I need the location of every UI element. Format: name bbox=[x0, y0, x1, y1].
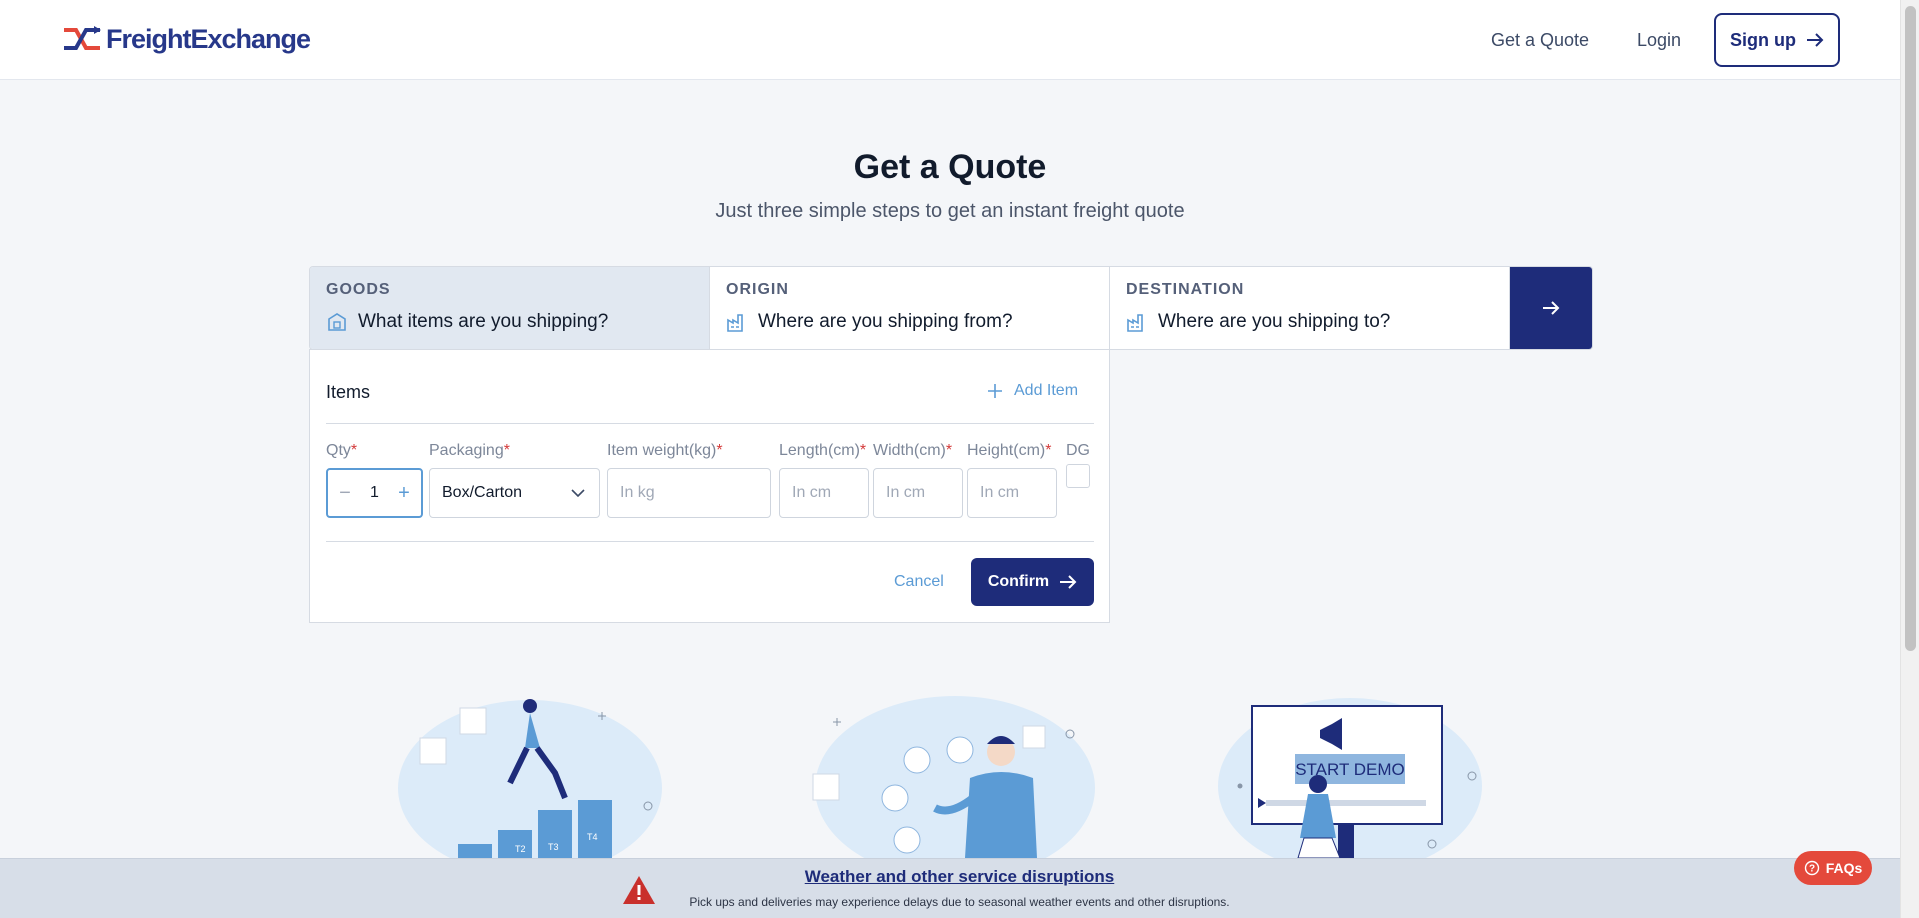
signup-button[interactable]: Sign up bbox=[1714, 13, 1840, 67]
packaging-label: Packaging* bbox=[429, 442, 510, 459]
box-icon bbox=[328, 313, 346, 331]
page-scrollbar[interactable] bbox=[1900, 0, 1919, 918]
disruptions-link[interactable]: Weather and other service disruptions bbox=[0, 867, 1919, 887]
step-destination-text: Where are you shipping to? bbox=[1158, 311, 1391, 332]
quantity-value[interactable]: 1 bbox=[370, 484, 379, 502]
dg-label: DG bbox=[1066, 442, 1090, 459]
chevron-down-icon bbox=[571, 489, 585, 497]
step-goods-title: GOODS bbox=[326, 281, 391, 298]
factory-icon bbox=[727, 314, 743, 332]
factory-icon bbox=[1127, 314, 1143, 332]
arrow-right-icon bbox=[1807, 33, 1824, 47]
step-destination-title: DESTINATION bbox=[1126, 281, 1245, 298]
cancel-button[interactable]: Cancel bbox=[894, 573, 944, 591]
plus-button[interactable]: + bbox=[387, 482, 421, 505]
bar-label-t3: T3 bbox=[548, 842, 559, 852]
page-subtitle: Just three simple steps to get an instan… bbox=[715, 200, 1185, 222]
arrow-right-icon bbox=[1543, 301, 1560, 315]
confirm-button[interactable]: Confirm bbox=[971, 558, 1094, 606]
step-goods-text: What items are you shipping? bbox=[358, 311, 609, 332]
support-illustration bbox=[812, 696, 1095, 858]
svg-text:?: ? bbox=[1809, 864, 1815, 875]
service-disruption-banner: Weather and other service disruptions Pi… bbox=[0, 858, 1900, 918]
demo-illustration: START DEMO bbox=[1218, 698, 1482, 858]
weight-input[interactable]: In kg bbox=[607, 468, 771, 518]
step-origin-title: ORIGIN bbox=[726, 281, 789, 298]
divider bbox=[326, 541, 1094, 542]
add-item-label: Add Item bbox=[1014, 382, 1079, 399]
height-input[interactable]: In cm bbox=[967, 468, 1057, 518]
start-demo-label: START DEMO bbox=[1295, 760, 1405, 779]
qty-label: Qty* bbox=[326, 442, 358, 459]
length-input[interactable]: In cm bbox=[779, 468, 869, 518]
bar-label-t4: T4 bbox=[587, 832, 598, 842]
arrow-right-icon bbox=[1060, 575, 1077, 589]
help-circle-icon: ? bbox=[1804, 860, 1819, 876]
length-label: Length(cm)* bbox=[779, 442, 867, 459]
page-title: Get a Quote bbox=[853, 148, 1047, 186]
disruptions-text: Pick ups and deliveries may experience d… bbox=[689, 895, 1230, 909]
step-origin[interactable]: ORIGIN Where are you shipping from? bbox=[710, 267, 1110, 349]
nav-get-a-quote[interactable]: Get a Quote bbox=[1491, 30, 1589, 51]
width-label: Width(cm)* bbox=[873, 442, 953, 459]
weight-label: Item weight(kg)* bbox=[607, 442, 723, 459]
packaging-select[interactable]: Box/Carton bbox=[429, 468, 600, 518]
faqs-label: FAQs bbox=[1825, 860, 1863, 876]
logo-text: FreightExchange bbox=[106, 23, 311, 54]
confirm-label: Confirm bbox=[987, 573, 1050, 590]
signup-label: Sign up bbox=[1730, 29, 1796, 50]
bar-label-t2: T2 bbox=[515, 844, 526, 854]
quantity-stepper[interactable]: − 1 + bbox=[326, 468, 423, 518]
top-navigation-bar: FreightExchange Get a Quote Login Sign u… bbox=[0, 0, 1900, 80]
logo-icon bbox=[64, 26, 101, 50]
logo[interactable]: FreightExchange bbox=[62, 23, 311, 54]
width-input[interactable]: In cm bbox=[873, 468, 963, 518]
packaging-value: Box/Carton bbox=[442, 484, 523, 501]
scrollbar-thumb[interactable] bbox=[1905, 6, 1916, 651]
minus-button[interactable]: − bbox=[328, 482, 362, 505]
step-destination[interactable]: DESTINATION Where are you shipping to? bbox=[1110, 267, 1510, 349]
faqs-button[interactable]: ? FAQs bbox=[1794, 851, 1872, 885]
growth-illustration: T2 T3 T4 bbox=[398, 699, 662, 858]
next-step-button[interactable] bbox=[1510, 267, 1592, 349]
step-origin-text: Where are you shipping from? bbox=[758, 311, 1013, 332]
plus-icon bbox=[988, 384, 1002, 398]
quote-steps: GOODS What items are you shipping? ORIGI… bbox=[309, 266, 1593, 350]
divider bbox=[326, 423, 1094, 424]
step-goods[interactable]: GOODS What items are you shipping? bbox=[310, 267, 710, 349]
add-item-button[interactable]: Add Item bbox=[988, 382, 1078, 400]
items-panel: Items Add Item Qty* Packaging* Item weig… bbox=[309, 349, 1110, 623]
height-label: Height(cm)* bbox=[967, 442, 1052, 459]
dg-checkbox[interactable] bbox=[1066, 464, 1090, 488]
items-title: Items bbox=[326, 382, 371, 402]
nav-login[interactable]: Login bbox=[1637, 30, 1681, 51]
